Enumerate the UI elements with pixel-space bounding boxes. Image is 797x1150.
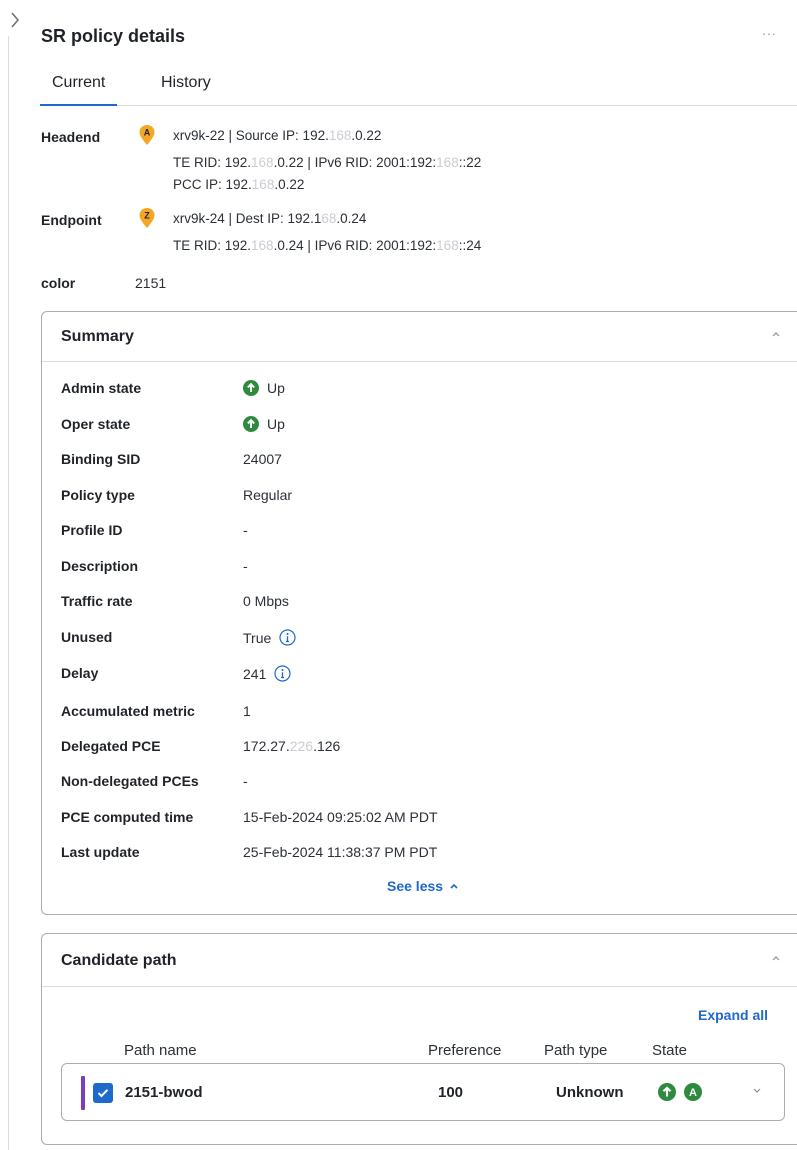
active-badge-icon: A [684, 1083, 702, 1101]
row-label: Last update [61, 844, 140, 860]
row-value: 25-Feb-2024 11:38:37 PM PDT [243, 844, 438, 860]
candidate-path-row[interactable]: 2151-bwod 100 Unknown A [61, 1063, 785, 1121]
arrow-up-circle-icon [658, 1083, 676, 1101]
summary-header[interactable]: Summary [42, 312, 797, 362]
summary-row-binding-sid: Binding SID 24007 [61, 447, 761, 471]
summary-row-pce-computed-time: PCE computed time 15-Feb-2024 09:25:02 A… [61, 805, 761, 829]
row-value: - [243, 773, 248, 789]
candidate-path-header[interactable]: Candidate path [42, 934, 797, 987]
chevron-up-icon[interactable] [771, 330, 781, 338]
row-label: Non-delegated PCEs [61, 773, 199, 789]
row-label: Binding SID [61, 451, 141, 467]
headend-pcc-ip: PCC IP: 192.168.0.22 [173, 177, 305, 192]
row-label: Delay [61, 665, 99, 681]
row-value: Up [243, 380, 285, 396]
column-header-preference[interactable]: Preference [428, 1042, 501, 1059]
row-label: Profile ID [61, 522, 123, 538]
row-value: 15-Feb-2024 09:25:02 AM PDT [243, 809, 438, 825]
color-label: color [41, 275, 76, 291]
checkmark-icon [97, 1089, 109, 1098]
summary-row-profile-id: Profile ID - [61, 518, 761, 542]
row-label: Description [61, 558, 139, 574]
row-label: Unused [61, 629, 113, 645]
row-label: Accumulated metric [61, 703, 195, 719]
summary-card: Summary Admin state Up Oper state Up Bin… [41, 311, 797, 915]
endpoint-rid: TE RID: 192.168.0.24 | IPv6 RID: 2001:19… [173, 238, 482, 253]
pin-letter: A [144, 128, 151, 138]
chevron-right-icon [11, 12, 20, 28]
map-pin-z-icon: Z [139, 208, 155, 228]
row-label: Policy type [61, 487, 135, 503]
row-value: 0 Mbps [243, 593, 289, 609]
path-name: 2151-bwod [125, 1084, 203, 1101]
endpoint-label: Endpoint [41, 212, 102, 228]
row-value: 1 [243, 703, 251, 719]
chevron-down-icon[interactable] [752, 1087, 762, 1095]
summary-row-traffic-rate: Traffic rate 0 Mbps [61, 589, 761, 613]
summary-row-admin-state: Admin state Up [61, 376, 761, 400]
endpoint-dest-ip: xrv9k-24 | Dest IP: 192.168.0.24 [173, 211, 367, 226]
summary-row-delay: Delay 241 [61, 661, 761, 685]
svg-text:A: A [689, 1087, 697, 1099]
row-value: True [243, 629, 296, 646]
info-icon[interactable] [274, 665, 291, 682]
map-pin-a-icon: A [139, 125, 155, 145]
row-value: Regular [243, 487, 293, 503]
summary-row-oper-state: Oper state Up [61, 412, 761, 436]
tab-history[interactable]: History [149, 74, 223, 106]
path-preference: 100 [438, 1084, 464, 1101]
headend-rid: TE RID: 192.168.0.22 | IPv6 RID: 2001:19… [173, 155, 482, 170]
candidate-path-card: Candidate path Expand all Path name Pref… [41, 933, 797, 1145]
path-color-indicator [81, 1076, 85, 1110]
row-label: Traffic rate [61, 593, 133, 609]
pin-letter: Z [144, 211, 150, 221]
summary-row-accumulated-metric: Accumulated metric 1 [61, 699, 761, 723]
headend-label: Headend [41, 129, 101, 145]
see-less-button[interactable]: See less [387, 878, 459, 894]
column-header-path-type[interactable]: Path type [544, 1042, 607, 1059]
more-options-icon[interactable]: ... [762, 22, 777, 38]
row-label: Oper state [61, 416, 131, 432]
info-icon[interactable] [279, 629, 296, 646]
summary-row-policy-type: Policy type Regular [61, 483, 761, 507]
arrow-up-circle-icon [243, 380, 259, 396]
summary-row-unused: Unused True [61, 625, 761, 649]
expand-all-link[interactable]: Expand all [698, 1007, 768, 1023]
row-label: PCE computed time [61, 809, 194, 825]
row-value: - [243, 558, 248, 574]
chevron-up-icon [450, 883, 458, 889]
path-state: A [658, 1083, 702, 1101]
chevron-up-icon[interactable] [771, 954, 781, 962]
row-label: Admin state [61, 380, 142, 396]
summary-row-delegated-pce: Delegated PCE 172.27. 226.126 [61, 734, 761, 758]
row-value: 24007 [243, 451, 282, 467]
path-select-checkbox[interactable] [93, 1083, 113, 1103]
column-header-path-name[interactable]: Path name [124, 1042, 197, 1059]
tab-current[interactable]: Current [40, 74, 118, 106]
row-value: 172.27. 226.126 [243, 738, 341, 754]
row-value: 241 [243, 665, 291, 682]
summary-row-last-update: Last update 25-Feb-2024 11:38:37 PM PDT [61, 840, 761, 864]
panel-divider [8, 36, 9, 1150]
row-value: Up [243, 416, 285, 432]
color-value: 2151 [135, 275, 167, 291]
summary-row-non-delegated-pces: Non-delegated PCEs - [61, 769, 761, 793]
column-header-state[interactable]: State [652, 1042, 687, 1059]
row-value: - [243, 522, 248, 538]
summary-title: Summary [61, 328, 134, 345]
headend-source-ip: xrv9k-22 | Source IP: 192.168.0.22 [173, 128, 382, 143]
collapse-panel-button[interactable] [0, 0, 30, 40]
summary-row-description: Description - [61, 554, 761, 578]
panel-title: SR policy details [41, 26, 186, 46]
candidate-path-title: Candidate path [61, 952, 177, 969]
arrow-up-circle-icon [243, 416, 259, 432]
see-less-label: See less [387, 878, 444, 894]
tab-bar: Current History [40, 70, 797, 106]
row-label: Delegated PCE [61, 738, 161, 754]
path-type: Unknown [556, 1084, 624, 1101]
